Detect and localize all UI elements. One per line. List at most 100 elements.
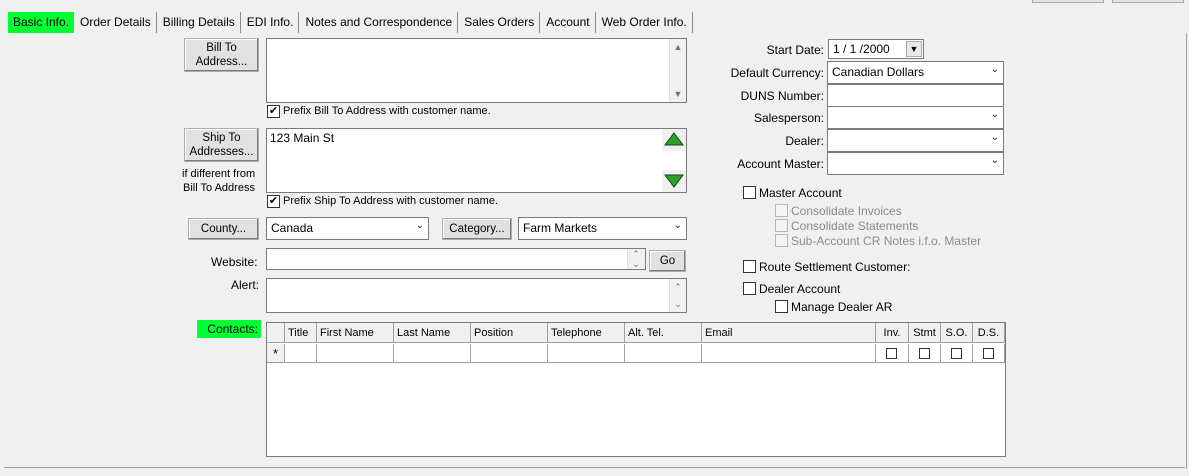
start-date-label: Start Date:: [766, 43, 824, 57]
column-telephone[interactable]: Telephone: [548, 323, 625, 343]
website-input[interactable]: ⌃ ⌄: [266, 248, 646, 270]
tab-billing-details[interactable]: Billing Details: [158, 12, 241, 33]
default-currency-select[interactable]: Canadian Dollars ⌄: [827, 61, 1004, 84]
website-go-button[interactable]: Go: [649, 250, 686, 272]
cell-email[interactable]: [702, 344, 876, 363]
ship-to-address-value: 123 Main St: [270, 131, 335, 145]
ship-to-addresses-button[interactable]: Ship To Addresses...: [184, 128, 259, 162]
chevron-down-icon: ⌄: [990, 155, 999, 166]
cell-first-name[interactable]: [317, 344, 394, 363]
subaccount-cr-notes-label: Sub-Account CR Notes i.f.o. Master: [791, 234, 982, 248]
scroll-down-icon[interactable]: ⌄: [670, 296, 686, 312]
column-so[interactable]: S.O.: [941, 323, 973, 343]
category-button-label: Category...: [449, 223, 505, 235]
bill-to-scrollbar[interactable]: ▲ ▼: [669, 39, 686, 102]
column-last-name[interactable]: Last Name: [394, 323, 471, 343]
cell-telephone[interactable]: [548, 344, 625, 363]
ship-to-note-line1: if different from: [182, 168, 256, 180]
calendar-dropdown-icon[interactable]: ▼: [906, 41, 922, 57]
manage-dealer-ar-checkbox[interactable]: [775, 300, 788, 313]
bill-to-address-button[interactable]: Bill To Address...: [184, 38, 259, 72]
prefix-ship-to-checkbox[interactable]: ✔: [267, 195, 280, 208]
consolidate-invoices-checkbox[interactable]: [775, 204, 788, 217]
master-account-label: Master Account: [759, 186, 842, 200]
cell-last-name[interactable]: [394, 344, 471, 363]
start-date-picker[interactable]: 1 / 1 /2000 ▼: [828, 39, 924, 59]
cell-position[interactable]: [471, 344, 548, 363]
column-title[interactable]: Title: [285, 323, 317, 343]
tab-sales-orders[interactable]: Sales Orders: [459, 12, 541, 33]
column-email[interactable]: Email: [702, 323, 876, 343]
alert-textarea[interactable]: ⌃ ⌄: [266, 278, 687, 313]
new-row-marker: *: [267, 344, 285, 363]
consolidate-invoices-label: Consolidate Invoices: [791, 204, 902, 218]
tab-notes-correspondence[interactable]: Notes and Correspondence: [300, 12, 459, 33]
prefix-bill-to-label: Prefix Bill To Address with customer nam…: [283, 105, 491, 117]
salesperson-label: Salesperson:: [753, 111, 824, 125]
spin-down-icon[interactable]: ⌄: [628, 259, 644, 269]
prefix-bill-to-checkbox[interactable]: ✔: [267, 105, 280, 118]
contacts-label: Contacts:: [197, 320, 261, 338]
cell-ds: [973, 344, 1005, 363]
county-select[interactable]: Canada ⌄: [266, 217, 429, 240]
column-position[interactable]: Position: [471, 323, 548, 343]
category-select[interactable]: Farm Markets ⌄: [518, 217, 687, 240]
website-spinner[interactable]: ⌃ ⌄: [627, 249, 645, 269]
column-stmt[interactable]: Stmt: [909, 323, 941, 343]
column-ds[interactable]: D.S.: [973, 323, 1005, 343]
scroll-down-icon[interactable]: ▼: [670, 86, 686, 102]
spin-up-icon[interactable]: ⌃: [628, 249, 644, 259]
so-checkbox[interactable]: [951, 348, 962, 359]
top-button-1[interactable]: [1032, 0, 1104, 3]
county-button[interactable]: County...: [188, 218, 259, 240]
ds-checkbox[interactable]: [983, 348, 994, 359]
tab-web-order-info[interactable]: Web Order Info.: [597, 12, 693, 33]
cell-alt-tel[interactable]: [625, 344, 702, 363]
tab-order-details[interactable]: Order Details: [75, 12, 157, 33]
top-button-2[interactable]: [1112, 0, 1184, 3]
route-settlement-checkbox[interactable]: [743, 260, 756, 273]
ship-to-note-line2: Bill To Address: [183, 182, 255, 194]
column-first-name[interactable]: First Name: [317, 323, 394, 343]
tab-edi-info[interactable]: EDI Info.: [242, 12, 300, 33]
category-value: Farm Markets: [523, 221, 598, 235]
chevron-down-icon: ⌄: [990, 132, 999, 143]
account-master-label: Account Master:: [737, 157, 824, 171]
ship-to-up-arrow-icon[interactable]: [662, 129, 686, 151]
cell-title[interactable]: [285, 344, 317, 363]
subaccount-cr-notes-checkbox[interactable]: [775, 234, 788, 247]
chevron-down-icon: ⌄: [415, 220, 424, 231]
tab-basic-info[interactable]: Basic Info.: [8, 12, 75, 33]
ship-to-address-textarea[interactable]: 123 Main St: [266, 128, 687, 193]
start-date-value: 1 / 1 /2000: [833, 42, 890, 56]
column-alt-tel[interactable]: Alt. Tel.: [625, 323, 702, 343]
duns-number-label: DUNS Number:: [740, 89, 824, 103]
category-button[interactable]: Category...: [442, 218, 512, 240]
scroll-up-icon[interactable]: ▲: [670, 39, 686, 55]
pane-border: [4, 467, 1185, 468]
account-master-select[interactable]: ⌄: [827, 152, 1004, 175]
ship-to-down-arrow-icon[interactable]: [662, 170, 686, 192]
go-button-label: Go: [659, 255, 676, 267]
tab-account[interactable]: Account: [541, 12, 596, 33]
manage-dealer-ar-label: Manage Dealer AR: [791, 300, 893, 314]
column-inv[interactable]: Inv.: [876, 323, 909, 343]
stmt-checkbox[interactable]: [919, 348, 930, 359]
dealer-account-checkbox[interactable]: [743, 282, 756, 295]
alert-scrollbar[interactable]: ⌃ ⌄: [669, 279, 686, 312]
salesperson-select[interactable]: ⌄: [827, 106, 1004, 129]
contacts-grid[interactable]: Title First Name Last Name Position Tele…: [266, 322, 1006, 457]
scroll-up-icon[interactable]: ⌃: [670, 279, 686, 295]
tab-strip: Basic Info. Order Details Billing Detail…: [8, 12, 694, 33]
master-account-checkbox[interactable]: [743, 186, 756, 199]
bill-to-button-line1: Bill To: [206, 42, 237, 54]
consolidate-statements-checkbox[interactable]: [775, 219, 788, 232]
bill-to-address-textarea[interactable]: ▲ ▼: [266, 38, 687, 103]
cell-stmt: [909, 344, 941, 363]
duns-number-input[interactable]: [827, 84, 1004, 107]
inv-checkbox[interactable]: [886, 348, 897, 359]
ship-to-button-line2: Addresses...: [189, 146, 254, 158]
county-value: Canada: [271, 221, 314, 235]
dealer-select[interactable]: ⌄: [827, 129, 1004, 152]
currency-value: Canadian Dollars: [832, 65, 925, 79]
